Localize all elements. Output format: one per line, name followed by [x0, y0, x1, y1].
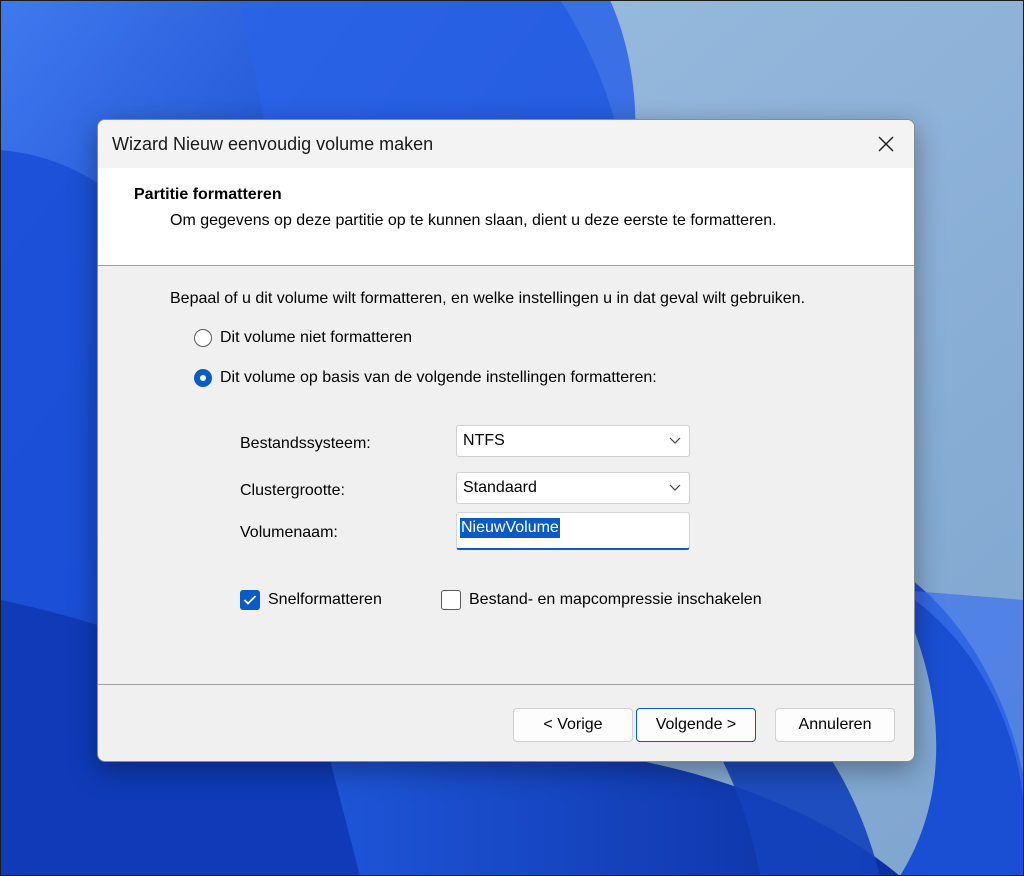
filesystem-label: Bestandssysteem: [240, 435, 371, 452]
page-title: Partitie formatteren [134, 186, 282, 203]
radio-format-with-settings[interactable]: Dit volume op basis van de volgende inst… [194, 369, 657, 387]
window-title: Wizard Nieuw eenvoudig volume maken [112, 134, 434, 154]
quick-format-checkbox[interactable]: Snelformatteren [240, 590, 382, 610]
close-button[interactable] [858, 120, 914, 168]
radio-button-unselected [194, 329, 212, 347]
wizard-dialog: Wizard Nieuw eenvoudig volume maken Part… [97, 119, 915, 762]
footer-divider [98, 684, 914, 685]
chevron-down-icon [669, 437, 681, 444]
back-button[interactable]: < Vorige [513, 708, 633, 742]
filesystem-value: NTFS [463, 432, 505, 449]
volume-name-input[interactable]: NieuwVolume [456, 512, 690, 550]
next-button[interactable]: Volgende > [636, 708, 756, 742]
compression-checkbox[interactable]: Bestand- en mapcompressie inschakelen [441, 590, 762, 610]
checkbox-unchecked [441, 590, 461, 610]
quick-format-label: Snelformatteren [268, 591, 382, 608]
close-icon [878, 136, 894, 152]
page-description: Om gegevens op deze partitie op te kunne… [170, 212, 777, 229]
checkmark-icon [243, 595, 257, 605]
chevron-down-icon [669, 484, 681, 491]
checkbox-checked [240, 590, 260, 610]
cluster-size-value: Standaard [463, 479, 537, 496]
cluster-size-label: Clustergrootte: [240, 482, 345, 499]
radio-button-selected [194, 369, 212, 387]
radio-label-format-with-settings: Dit volume op basis van de volgende inst… [220, 369, 657, 386]
cancel-button[interactable]: Annuleren [775, 708, 895, 742]
title-bar: Wizard Nieuw eenvoudig volume maken [98, 120, 914, 168]
volume-name-value: NieuwVolume [460, 518, 560, 538]
format-instruction: Bepaal of u dit volume wilt formatteren,… [170, 290, 806, 307]
volume-name-label: Volumenaam: [240, 524, 338, 541]
compression-label: Bestand- en mapcompressie inschakelen [469, 591, 762, 608]
cluster-size-select[interactable]: Standaard [456, 472, 690, 504]
radio-label-do-not-format: Dit volume niet formatteren [220, 329, 413, 346]
radio-do-not-format[interactable]: Dit volume niet formatteren [194, 329, 412, 347]
wizard-header: Partitie formatteren Om gegevens op deze… [98, 168, 914, 266]
filesystem-select[interactable]: NTFS [456, 425, 690, 457]
